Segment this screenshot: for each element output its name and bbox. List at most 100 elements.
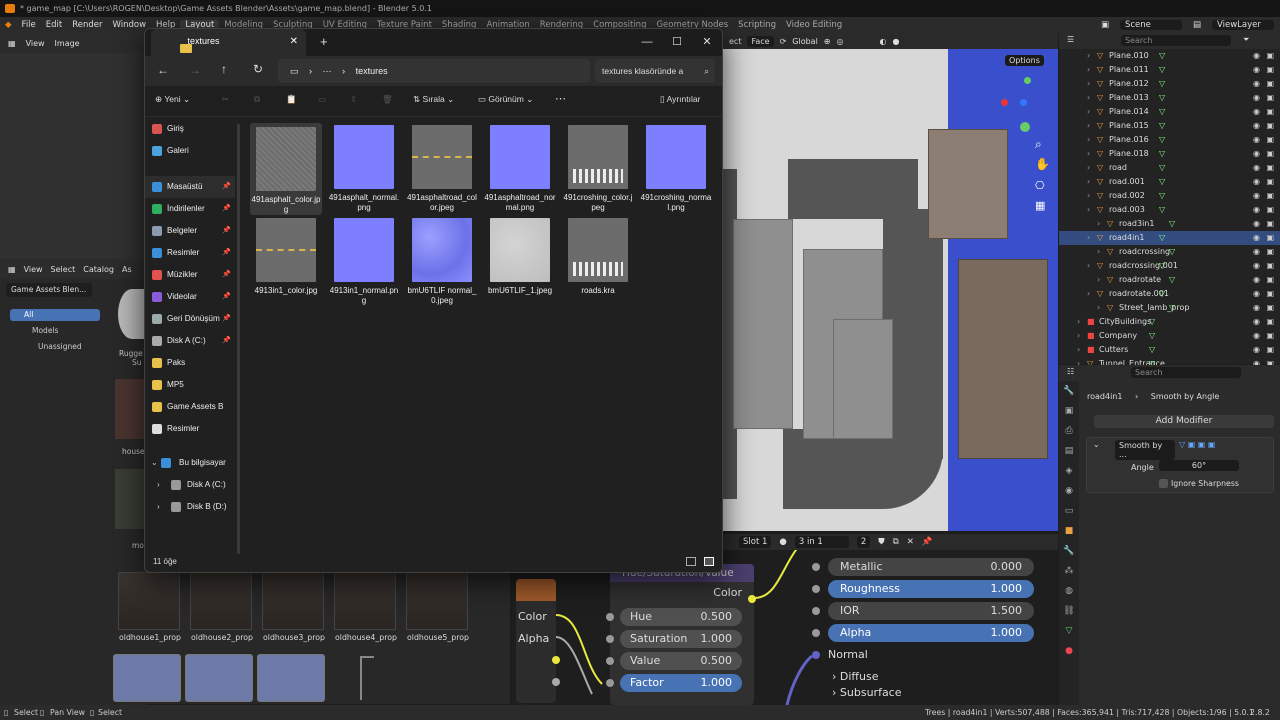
nav-item[interactable]: Videolar 📌 xyxy=(145,286,235,308)
copy-icon[interactable]: ⧉ xyxy=(254,94,260,105)
expand-chevron-icon[interactable]: › xyxy=(1087,161,1090,175)
viewlayer-selector[interactable]: ViewLayer xyxy=(1212,20,1274,30)
visibility-eye-icon[interactable]: ◉ xyxy=(1253,203,1260,217)
visibility-eye-icon[interactable]: ◉ xyxy=(1253,77,1260,91)
visibility-eye-icon[interactable]: ◉ xyxy=(1253,161,1260,175)
nav-this-pc[interactable]: ⌄ Bu bilgisayar xyxy=(145,452,235,474)
visibility-eye-icon[interactable]: ◉ xyxy=(1253,273,1260,287)
visibility-eye-icon[interactable]: ◉ xyxy=(1253,175,1260,189)
render-camera-icon[interactable]: ▣ xyxy=(1266,189,1274,203)
collapse-chevron-icon[interactable]: ⌄ xyxy=(1093,440,1100,449)
collection-tab-icon[interactable]: ▭ xyxy=(1059,501,1079,521)
camera-view-icon[interactable]: ⎔ xyxy=(1035,179,1045,192)
nav-scrollbar[interactable] xyxy=(237,124,240,554)
file-item[interactable]: 491croshing_color.jpeg xyxy=(562,125,634,213)
render-camera-icon[interactable]: ▣ xyxy=(1266,63,1274,77)
visibility-eye-icon[interactable]: ◉ xyxy=(1253,315,1260,329)
outliner-row[interactable]: › ▽ Plane.012 ▽ ◉ ▣ xyxy=(1059,77,1280,91)
chevron-right-icon[interactable]: › xyxy=(157,474,160,496)
file-item[interactable]: 491asphaltroad_normal.png xyxy=(484,125,556,213)
address-more[interactable]: ⋯ xyxy=(323,66,332,76)
nav-item[interactable]: Resimler xyxy=(145,418,235,440)
asset-thumb-plane1[interactable] xyxy=(113,654,181,702)
outliner-row[interactable]: › ▽ roadcrossing.001 ▽ ◉ ▣ xyxy=(1059,259,1280,273)
view-button[interactable]: ▭ Görünüm ⌄ xyxy=(478,94,533,105)
render-camera-icon[interactable]: ▣ xyxy=(1266,77,1274,91)
outliner-row[interactable]: › ▽ road.003 ▽ ◉ ▣ xyxy=(1059,203,1280,217)
large-icons-view-icon[interactable] xyxy=(704,557,714,566)
viewport-options[interactable]: Options xyxy=(1005,55,1044,66)
outliner-row[interactable]: › ▽ Street_lamb_prop ▽ ◉ ▣ xyxy=(1059,301,1280,315)
nav-item[interactable]: Giriş xyxy=(145,118,235,140)
asset-menu-as[interactable]: As xyxy=(122,265,132,274)
navigation-gizmo-icon[interactable] xyxy=(1001,77,1041,132)
visibility-eye-icon[interactable]: ◉ xyxy=(1253,231,1260,245)
nav-item[interactable]: Belgeler 📌 xyxy=(145,220,235,242)
asset-menu-view[interactable]: View xyxy=(24,265,43,274)
outliner-row[interactable]: › ▽ Plane.016 ▽ ◉ ▣ xyxy=(1059,133,1280,147)
asset-thumb-mo[interactable] xyxy=(115,469,146,529)
expand-chevron-icon[interactable]: › xyxy=(1077,329,1080,343)
asset-thumb-oldhouse1[interactable] xyxy=(118,572,180,630)
catalog-unassigned[interactable]: Unassigned xyxy=(38,342,82,351)
visibility-eye-icon[interactable]: ◉ xyxy=(1253,189,1260,203)
editor-type-icon[interactable]: ▦ xyxy=(8,265,16,274)
explorer-search[interactable]: textures klasöründe a ⌕ xyxy=(595,59,715,83)
tab-scripting[interactable]: Scripting xyxy=(733,20,781,30)
file-item[interactable]: bmU6TLIF_1.jpeg xyxy=(484,218,556,296)
catalog-all[interactable]: All xyxy=(10,309,100,321)
render-camera-icon[interactable]: ▣ xyxy=(1266,245,1274,259)
render-camera-icon[interactable]: ▣ xyxy=(1266,49,1274,63)
object-tab-icon[interactable]: ■ xyxy=(1059,521,1079,541)
details-view-icon[interactable] xyxy=(686,557,696,566)
data-tab-icon[interactable]: ▽ xyxy=(1059,621,1079,641)
refresh-icon[interactable]: ↻ xyxy=(253,62,263,76)
visibility-eye-icon[interactable]: ◉ xyxy=(1253,91,1260,105)
outliner-row[interactable]: › ▽ Plane.014 ▽ ◉ ▣ xyxy=(1059,105,1280,119)
render-camera-icon[interactable]: ▣ xyxy=(1266,175,1274,189)
outliner-row[interactable]: › ▽ Plane.010 ▽ ◉ ▣ xyxy=(1059,49,1280,63)
visibility-eye-icon[interactable]: ◉ xyxy=(1253,49,1260,63)
grid-view-icon[interactable]: ▦ xyxy=(1035,199,1045,212)
render-camera-icon[interactable]: ▣ xyxy=(1266,273,1274,287)
outliner-row[interactable]: › ▽ road.002 ▽ ◉ ▣ xyxy=(1059,189,1280,203)
nav-item[interactable]: Disk A (C:) 📌 xyxy=(145,330,235,352)
more-options-icon[interactable]: ⋯ xyxy=(555,92,566,105)
unlink-icon[interactable]: ✕ xyxy=(907,537,914,547)
expand-chevron-icon[interactable]: › xyxy=(1087,119,1090,133)
properties-type-icon[interactable]: ☷ xyxy=(1067,367,1074,376)
outliner-row[interactable]: › ▽ road4in1 ▽ ◉ ▣ xyxy=(1059,231,1280,245)
tool-tab-icon[interactable]: 🔧 xyxy=(1059,381,1079,401)
expand-chevron-icon[interactable]: › xyxy=(1077,315,1080,329)
orientation-selector[interactable]: Global xyxy=(792,37,818,46)
render-camera-icon[interactable]: ▣ xyxy=(1266,231,1274,245)
render-camera-icon[interactable]: ▣ xyxy=(1266,217,1274,231)
modifier-name-field[interactable]: Smooth by ... xyxy=(1115,440,1175,460)
expand-chevron-icon[interactable]: › xyxy=(1087,133,1090,147)
properties-search[interactable]: Search xyxy=(1131,367,1241,378)
view-layer-tab-icon[interactable]: ▤ xyxy=(1059,441,1079,461)
close-tab-icon[interactable]: ✕ xyxy=(290,29,298,54)
file-item[interactable]: 491asphalt_normal.png xyxy=(328,125,400,213)
tab-video-editing[interactable]: Video Editing xyxy=(781,20,847,30)
hand-pan-icon[interactable]: ✋ xyxy=(1035,157,1050,171)
asset-menu-select[interactable]: Select xyxy=(51,265,76,274)
visibility-eye-icon[interactable]: ◉ xyxy=(1253,133,1260,147)
constraints-tab-icon[interactable]: ⛓ xyxy=(1059,601,1079,621)
render-camera-icon[interactable]: ▣ xyxy=(1266,133,1274,147)
render-camera-icon[interactable]: ▣ xyxy=(1266,287,1274,301)
proportional-icon[interactable]: ◎ xyxy=(837,37,844,46)
blender-menu-icon[interactable]: ◆ xyxy=(0,20,17,30)
expand-chevron-icon[interactable]: › xyxy=(1077,343,1080,357)
nav-disk[interactable]: › Disk B (D:) xyxy=(145,496,235,518)
outliner-row[interactable]: › ▽ roadrotate ▽ ◉ ▣ xyxy=(1059,273,1280,287)
new-button[interactable]: ⊕ Yeni ⌄ xyxy=(155,94,190,105)
outliner-search[interactable]: Search xyxy=(1121,35,1231,46)
nav-item[interactable]: Paks xyxy=(145,352,235,374)
expand-chevron-icon[interactable]: › xyxy=(1087,147,1090,161)
visibility-eye-icon[interactable]: ◉ xyxy=(1253,119,1260,133)
modifier-tab-icon[interactable]: 🔧 xyxy=(1059,541,1079,561)
asset-thumb-sphere[interactable] xyxy=(118,289,146,339)
share-icon[interactable]: ⇪ xyxy=(350,94,357,105)
shading-icon[interactable]: ● xyxy=(892,37,899,46)
